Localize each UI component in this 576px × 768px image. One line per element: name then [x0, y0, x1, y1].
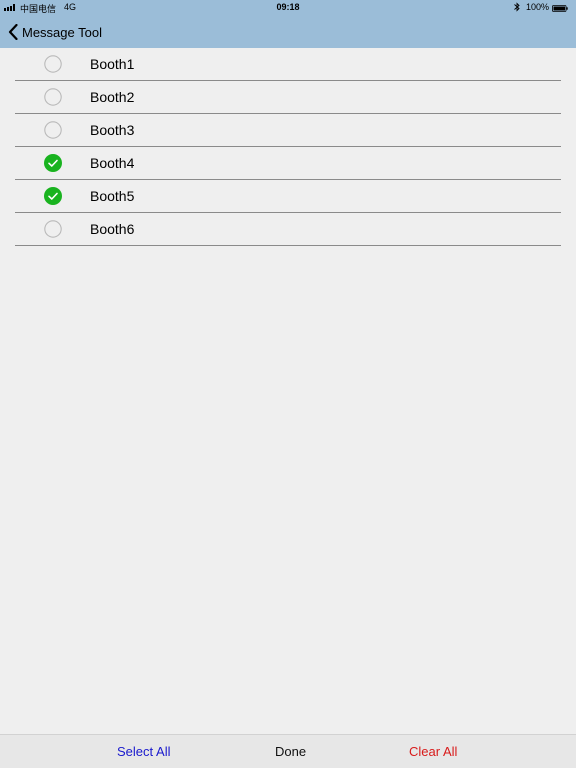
chevron-left-icon: [8, 24, 18, 40]
booth-row[interactable]: Booth4: [0, 147, 576, 180]
done-button[interactable]: Done: [275, 744, 306, 759]
booth-row[interactable]: Booth5: [0, 180, 576, 213]
booth-row[interactable]: Booth1: [0, 48, 576, 81]
bluetooth-icon: [514, 2, 520, 12]
booth-row[interactable]: Booth6: [0, 213, 576, 246]
booth-label: Booth3: [90, 122, 135, 138]
booth-row[interactable]: Booth2: [0, 81, 576, 114]
empty-circle-icon[interactable]: [44, 121, 62, 139]
header: 中国电信 4G 09:18 100% Message Tool: [0, 0, 576, 48]
booth-label: Booth2: [90, 89, 135, 105]
checkmark-circle-icon[interactable]: [44, 154, 62, 172]
battery-percentage: 100%: [526, 2, 550, 12]
back-button[interactable]: Message Tool: [8, 22, 102, 42]
empty-circle-icon[interactable]: [44, 88, 62, 106]
clear-all-button[interactable]: Clear All: [409, 744, 457, 759]
status-time: 09:18: [276, 2, 300, 12]
booth-label: Booth5: [90, 188, 135, 204]
checkmark-circle-icon[interactable]: [44, 187, 62, 205]
empty-circle-icon[interactable]: [44, 220, 62, 238]
select-all-button[interactable]: Select All: [117, 744, 170, 759]
screen: 中国电信 4G 09:18 100% Message Tool Booth1 Bo…: [0, 0, 576, 768]
booth-row[interactable]: Booth3: [0, 114, 576, 147]
back-button-label: Message Tool: [22, 24, 102, 40]
booth-label: Booth1: [90, 56, 135, 72]
navigation-bar: Message Tool: [0, 16, 576, 48]
booth-label: Booth6: [90, 221, 135, 237]
status-bar: 中国电信 4G 09:18 100%: [0, 0, 576, 16]
battery-icon: [552, 4, 568, 12]
bottom-toolbar: Select All Done Clear All: [0, 734, 576, 768]
empty-circle-icon[interactable]: [44, 55, 62, 73]
booth-label: Booth4: [90, 155, 135, 171]
booth-list: Booth1 Booth2 Booth3 Booth4 Booth5 Booth6: [0, 48, 576, 246]
